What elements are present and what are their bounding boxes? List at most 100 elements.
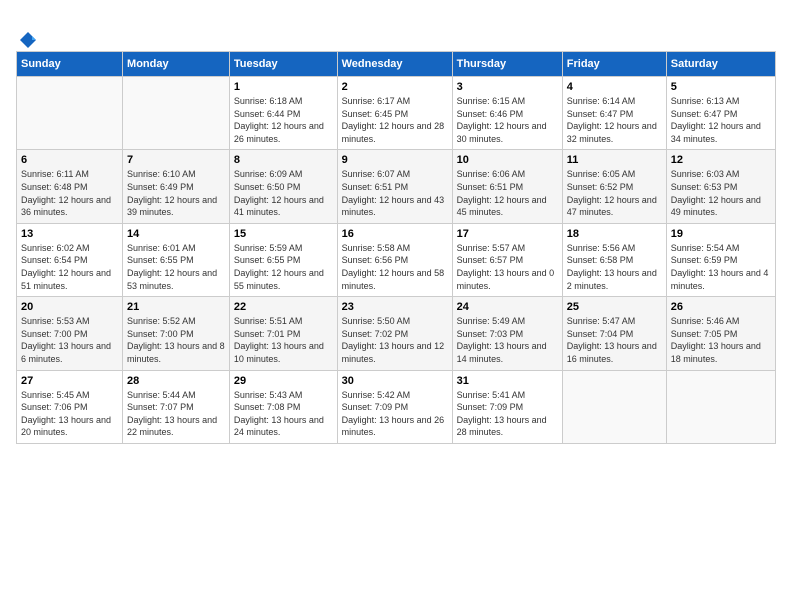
calendar-cell: 24Sunrise: 5:49 AMSunset: 7:03 PMDayligh…	[452, 297, 562, 370]
day-info: Sunrise: 5:56 AMSunset: 6:58 PMDaylight:…	[567, 242, 662, 292]
day-number: 31	[457, 375, 558, 387]
calendar-cell	[666, 370, 775, 443]
weekday-header-sunday: Sunday	[17, 52, 123, 77]
day-info: Sunrise: 5:58 AMSunset: 6:56 PMDaylight:…	[342, 242, 448, 292]
day-info: Sunrise: 6:09 AMSunset: 6:50 PMDaylight:…	[234, 168, 333, 218]
weekday-header-tuesday: Tuesday	[229, 52, 337, 77]
day-number: 4	[567, 81, 662, 93]
day-info: Sunrise: 5:53 AMSunset: 7:00 PMDaylight:…	[21, 315, 118, 365]
day-number: 30	[342, 375, 448, 387]
weekday-header-wednesday: Wednesday	[337, 52, 452, 77]
day-number: 22	[234, 301, 333, 313]
day-info: Sunrise: 6:05 AMSunset: 6:52 PMDaylight:…	[567, 168, 662, 218]
day-number: 7	[127, 154, 225, 166]
day-info: Sunrise: 5:43 AMSunset: 7:08 PMDaylight:…	[234, 389, 333, 439]
day-number: 28	[127, 375, 225, 387]
weekday-header-friday: Friday	[562, 52, 666, 77]
day-number: 9	[342, 154, 448, 166]
day-info: Sunrise: 5:51 AMSunset: 7:01 PMDaylight:…	[234, 315, 333, 365]
calendar-cell	[123, 77, 230, 150]
calendar-cell: 12 Sunrise: 6:03 AMSunset: 6:53 PMDayligh…	[666, 150, 775, 223]
day-number: 18	[567, 228, 662, 240]
calendar-cell: 5 Sunrise: 6:13 AMSunset: 6:47 PMDaylight…	[666, 77, 775, 150]
calendar-cell: 14 Sunrise: 6:01 AMSunset: 6:55 PMDayligh…	[123, 223, 230, 296]
day-info: Sunrise: 5:57 AMSunset: 6:57 PMDaylight:…	[457, 242, 558, 292]
calendar-cell: 9 Sunrise: 6:07 AMSunset: 6:51 PMDaylight…	[337, 150, 452, 223]
day-number: 21	[127, 301, 225, 313]
calendar-week-row: 13 Sunrise: 6:02 AMSunset: 6:54 PMDayligh…	[17, 223, 776, 296]
day-number: 25	[567, 301, 662, 313]
day-number: 1	[234, 81, 333, 93]
day-number: 6	[21, 154, 118, 166]
calendar-cell: 29 Sunrise: 5:43 AMSunset: 7:08 PMDayligh…	[229, 370, 337, 443]
day-info: Sunrise: 6:01 AMSunset: 6:55 PMDaylight:…	[127, 242, 225, 292]
day-number: 17	[457, 228, 558, 240]
logo	[16, 28, 38, 51]
day-info: Sunrise: 6:13 AMSunset: 6:47 PMDaylight:…	[671, 95, 771, 145]
calendar-cell: 7 Sunrise: 6:10 AMSunset: 6:49 PMDaylight…	[123, 150, 230, 223]
day-info: Sunrise: 6:17 AMSunset: 6:45 PMDaylight:…	[342, 95, 448, 145]
calendar-table: SundayMondayTuesdayWednesdayThursdayFrid…	[16, 51, 776, 444]
calendar-cell	[562, 370, 666, 443]
day-info: Sunrise: 6:06 AMSunset: 6:51 PMDaylight:…	[457, 168, 558, 218]
calendar-cell: 18 Sunrise: 5:56 AMSunset: 6:58 PMDayligh…	[562, 223, 666, 296]
calendar-cell: 2Sunrise: 6:17 AMSunset: 6:45 PMDaylight…	[337, 77, 452, 150]
day-number: 12	[671, 154, 771, 166]
calendar-cell: 21Sunrise: 5:52 AMSunset: 7:00 PMDayligh…	[123, 297, 230, 370]
day-number: 13	[21, 228, 118, 240]
calendar-cell: 11 Sunrise: 6:05 AMSunset: 6:52 PMDayligh…	[562, 150, 666, 223]
calendar-cell: 4 Sunrise: 6:14 AMSunset: 6:47 PMDaylight…	[562, 77, 666, 150]
day-number: 15	[234, 228, 333, 240]
day-info: Sunrise: 5:41 AMSunset: 7:09 PMDaylight:…	[457, 389, 558, 439]
day-number: 14	[127, 228, 225, 240]
calendar-cell: 31 Sunrise: 5:41 AMSunset: 7:09 PMDayligh…	[452, 370, 562, 443]
day-info: Sunrise: 5:46 AMSunset: 7:05 PMDaylight:…	[671, 315, 771, 365]
calendar-cell: 27Sunrise: 5:45 AMSunset: 7:06 PMDayligh…	[17, 370, 123, 443]
calendar-cell: 30 Sunrise: 5:42 AMSunset: 7:09 PMDayligh…	[337, 370, 452, 443]
day-info: Sunrise: 6:03 AMSunset: 6:53 PMDaylight:…	[671, 168, 771, 218]
day-info: Sunrise: 6:14 AMSunset: 6:47 PMDaylight:…	[567, 95, 662, 145]
day-number: 3	[457, 81, 558, 93]
calendar-cell: 1 Sunrise: 6:18 AMSunset: 6:44 PMDaylight…	[229, 77, 337, 150]
calendar-week-row: 27Sunrise: 5:45 AMSunset: 7:06 PMDayligh…	[17, 370, 776, 443]
day-info: Sunrise: 6:10 AMSunset: 6:49 PMDaylight:…	[127, 168, 225, 218]
page-header	[16, 24, 776, 51]
day-info: Sunrise: 5:45 AMSunset: 7:06 PMDaylight:…	[21, 389, 118, 439]
day-number: 16	[342, 228, 448, 240]
day-info: Sunrise: 5:50 AMSunset: 7:02 PMDaylight:…	[342, 315, 448, 365]
day-info: Sunrise: 5:59 AMSunset: 6:55 PMDaylight:…	[234, 242, 333, 292]
calendar-cell: 6 Sunrise: 6:11 AMSunset: 6:48 PMDaylight…	[17, 150, 123, 223]
day-info: Sunrise: 6:15 AMSunset: 6:46 PMDaylight:…	[457, 95, 558, 145]
weekday-header-saturday: Saturday	[666, 52, 775, 77]
day-info: Sunrise: 6:18 AMSunset: 6:44 PMDaylight:…	[234, 95, 333, 145]
calendar-cell: 16 Sunrise: 5:58 AMSunset: 6:56 PMDayligh…	[337, 223, 452, 296]
calendar-cell	[17, 77, 123, 150]
calendar-cell: 8 Sunrise: 6:09 AMSunset: 6:50 PMDaylight…	[229, 150, 337, 223]
day-info: Sunrise: 5:44 AMSunset: 7:07 PMDaylight:…	[127, 389, 225, 439]
calendar-cell: 17 Sunrise: 5:57 AMSunset: 6:57 PMDayligh…	[452, 223, 562, 296]
day-number: 11	[567, 154, 662, 166]
calendar-cell: 10Sunrise: 6:06 AMSunset: 6:51 PMDayligh…	[452, 150, 562, 223]
weekday-header-monday: Monday	[123, 52, 230, 77]
weekday-header-row: SundayMondayTuesdayWednesdayThursdayFrid…	[17, 52, 776, 77]
calendar-cell: 26 Sunrise: 5:46 AMSunset: 7:05 PMDayligh…	[666, 297, 775, 370]
calendar-cell: 22 Sunrise: 5:51 AMSunset: 7:01 PMDayligh…	[229, 297, 337, 370]
day-number: 19	[671, 228, 771, 240]
day-number: 20	[21, 301, 118, 313]
calendar-cell: 20 Sunrise: 5:53 AMSunset: 7:00 PMDayligh…	[17, 297, 123, 370]
day-info: Sunrise: 5:49 AMSunset: 7:03 PMDaylight:…	[457, 315, 558, 365]
calendar-cell: 19Sunrise: 5:54 AMSunset: 6:59 PMDayligh…	[666, 223, 775, 296]
calendar-cell: 25Sunrise: 5:47 AMSunset: 7:04 PMDayligh…	[562, 297, 666, 370]
calendar-cell: 13 Sunrise: 6:02 AMSunset: 6:54 PMDayligh…	[17, 223, 123, 296]
day-info: Sunrise: 6:07 AMSunset: 6:51 PMDaylight:…	[342, 168, 448, 218]
day-number: 26	[671, 301, 771, 313]
calendar-cell: 28 Sunrise: 5:44 AMSunset: 7:07 PMDayligh…	[123, 370, 230, 443]
day-info: Sunrise: 5:42 AMSunset: 7:09 PMDaylight:…	[342, 389, 448, 439]
day-number: 29	[234, 375, 333, 387]
day-number: 5	[671, 81, 771, 93]
day-info: Sunrise: 6:02 AMSunset: 6:54 PMDaylight:…	[21, 242, 118, 292]
day-number: 8	[234, 154, 333, 166]
calendar-cell: 23Sunrise: 5:50 AMSunset: 7:02 PMDayligh…	[337, 297, 452, 370]
calendar-cell: 3 Sunrise: 6:15 AMSunset: 6:46 PMDaylight…	[452, 77, 562, 150]
day-info: Sunrise: 6:11 AMSunset: 6:48 PMDaylight:…	[21, 168, 118, 218]
